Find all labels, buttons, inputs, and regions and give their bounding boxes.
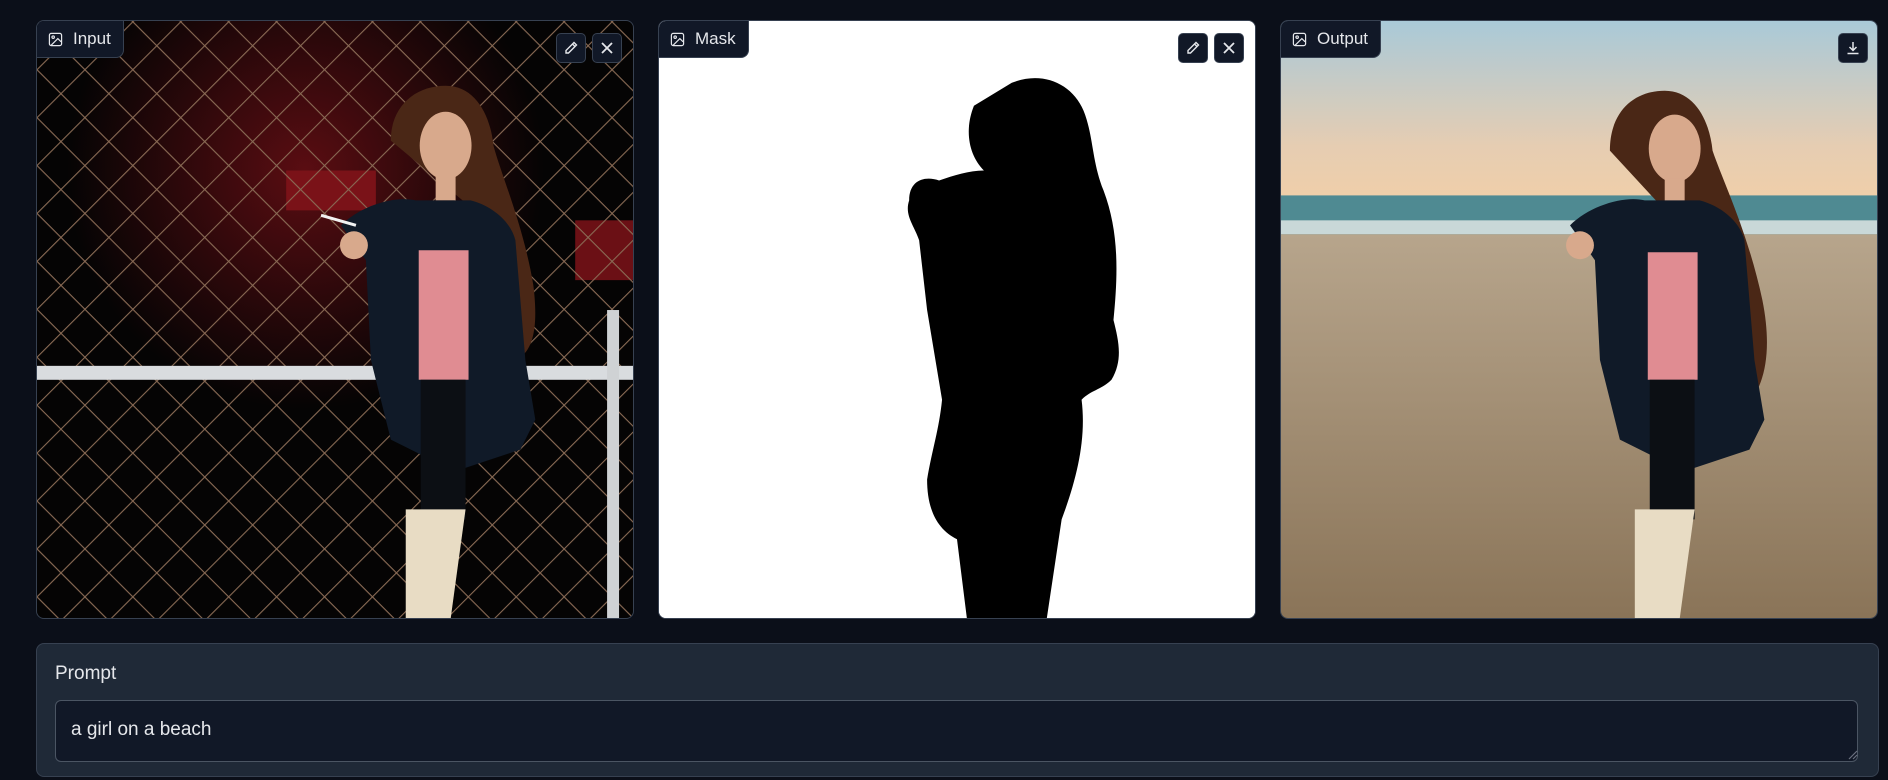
pencil-icon: [565, 41, 578, 54]
prompt-input[interactable]: a girl on a beach: [55, 700, 1858, 762]
close-icon: [1223, 42, 1235, 54]
prompt-label: Prompt: [55, 663, 117, 684]
output-image: [1281, 21, 1877, 618]
mask-label-chip: Mask: [659, 21, 749, 58]
input-image: [37, 21, 633, 618]
input-image-panel[interactable]: Input: [36, 20, 634, 619]
output-label-chip: Output: [1281, 21, 1382, 58]
image-panels-row: Input Mask Output: [36, 20, 1879, 619]
download-icon: [1847, 42, 1859, 55]
mask-label: Mask: [695, 29, 736, 48]
image-icon: [48, 32, 63, 46]
image-icon: [1292, 32, 1307, 46]
mask-image-panel[interactable]: Mask: [658, 20, 1256, 619]
clear-input-button[interactable]: [592, 33, 622, 63]
pencil-icon: [1187, 41, 1200, 54]
mask-image: [659, 21, 1255, 618]
close-icon: [601, 42, 613, 54]
clear-mask-button[interactable]: [1214, 33, 1244, 63]
download-output-button[interactable]: [1838, 33, 1868, 63]
image-icon: [670, 32, 685, 46]
resize-grip-icon[interactable]: [1846, 748, 1858, 760]
output-image-panel[interactable]: Output: [1280, 20, 1878, 619]
edit-mask-button[interactable]: [1178, 33, 1208, 63]
input-label: Input: [73, 29, 111, 48]
edit-input-button[interactable]: [556, 33, 586, 63]
prompt-block: Prompt a girl on a beach: [36, 643, 1879, 777]
output-label: Output: [1317, 29, 1369, 48]
input-label-chip: Input: [37, 21, 124, 58]
